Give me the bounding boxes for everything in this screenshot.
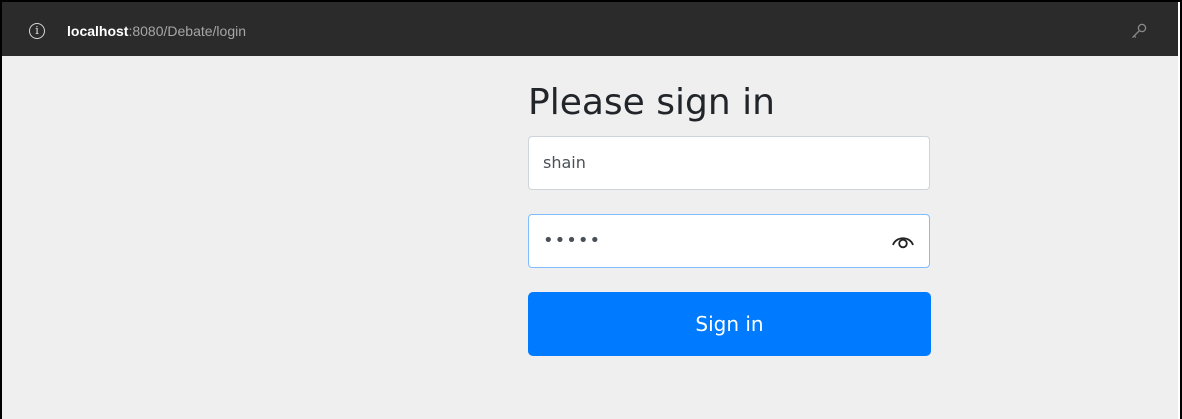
eye-icon[interactable] bbox=[891, 232, 915, 250]
password-mask: ••••• bbox=[543, 230, 602, 251]
url-host: localhost bbox=[67, 23, 129, 39]
key-icon[interactable] bbox=[1130, 22, 1148, 40]
address-bar[interactable]: i localhost:8080/Debate/login bbox=[2, 2, 1178, 56]
sign-in-button[interactable]: Sign in bbox=[528, 292, 931, 356]
url-path: :8080/Debate/login bbox=[128, 23, 247, 39]
password-field[interactable]: ••••• bbox=[528, 214, 930, 268]
url-text[interactable]: localhost:8080/Debate/login bbox=[67, 20, 246, 42]
username-field[interactable]: shain bbox=[528, 136, 930, 190]
info-icon[interactable]: i bbox=[29, 23, 45, 39]
page-title: Please sign in bbox=[528, 82, 775, 123]
